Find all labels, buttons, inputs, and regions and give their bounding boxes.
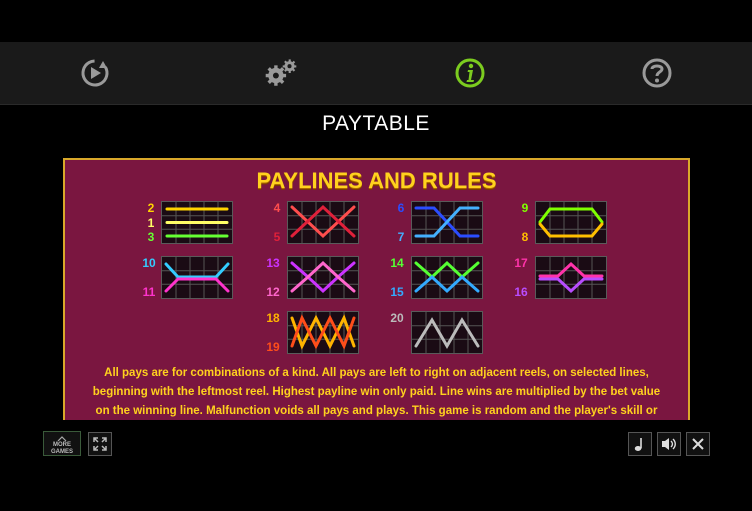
close-button[interactable]: [686, 432, 710, 456]
replay-button[interactable]: [78, 56, 112, 90]
speaker-icon: [662, 438, 676, 450]
payline-number: 1: [147, 216, 155, 230]
payline-number: 7: [397, 230, 405, 244]
payline-diagram: [535, 201, 607, 244]
settings-icon: [265, 59, 297, 86]
payline-number: 13: [266, 256, 280, 270]
rules-text: All pays are for combinations of a kind.…: [65, 364, 688, 420]
music-note-icon: [634, 438, 642, 451]
top-toolbar: [0, 42, 752, 105]
help-button[interactable]: [640, 56, 674, 90]
payline-number: 8: [521, 230, 529, 244]
payline-diagram: [161, 201, 233, 244]
info-icon: [455, 58, 485, 88]
payline-number: 2: [147, 201, 155, 215]
help-icon: [642, 58, 672, 88]
payline-diagram: [287, 311, 359, 354]
payline-number: 4: [273, 201, 281, 215]
payline-number: 15: [390, 285, 404, 299]
rules-line: beginning with the leftmost reel. Highes…: [92, 386, 661, 398]
close-icon: [692, 438, 704, 450]
payline-diagram: [411, 201, 483, 244]
payline-number: 6: [397, 201, 405, 215]
payline-number: 9: [521, 201, 529, 215]
fullscreen-icon: [93, 437, 107, 451]
payline-number: 19: [266, 340, 280, 354]
payline-number: 3: [147, 230, 155, 244]
payline-number: 12: [266, 285, 280, 299]
payline-diagram: [287, 201, 359, 244]
payline-diagram: [411, 256, 483, 299]
rules-line: All pays are for combinations of a kind.…: [104, 367, 649, 379]
fullscreen-button[interactable]: [88, 432, 112, 456]
payline-number: 17: [514, 256, 528, 270]
payline-number: 14: [390, 256, 404, 270]
payline-diagram: [535, 256, 607, 299]
payline-diagram: [161, 256, 233, 299]
more-games-label: MORE GAMES: [50, 442, 73, 455]
payline-number: 10: [142, 256, 156, 270]
payline-number: 5: [273, 230, 281, 244]
more-games-button[interactable]: MORE GAMES: [43, 431, 81, 456]
settings-button[interactable]: [264, 56, 298, 90]
sound-button[interactable]: [657, 432, 681, 456]
replay-icon: [81, 59, 109, 87]
music-button[interactable]: [628, 432, 652, 456]
paylines-panel: PAYLINES AND RULES 2 1 3 4 5 6 7 9 8 10 …: [63, 158, 690, 420]
payline-diagram: [287, 256, 359, 299]
page-title: PAYTABLE: [322, 112, 430, 135]
rules-line: on the winning line. Malfunction voids a…: [95, 405, 658, 417]
payline-number: 18: [266, 311, 280, 325]
payline-diagram: [411, 311, 483, 354]
payline-number: 20: [390, 311, 404, 325]
panel-heading: PAYLINES AND RULES: [256, 168, 497, 193]
payline-number: 16: [514, 285, 528, 299]
info-button[interactable]: [453, 56, 487, 90]
payline-number: 11: [142, 285, 156, 299]
